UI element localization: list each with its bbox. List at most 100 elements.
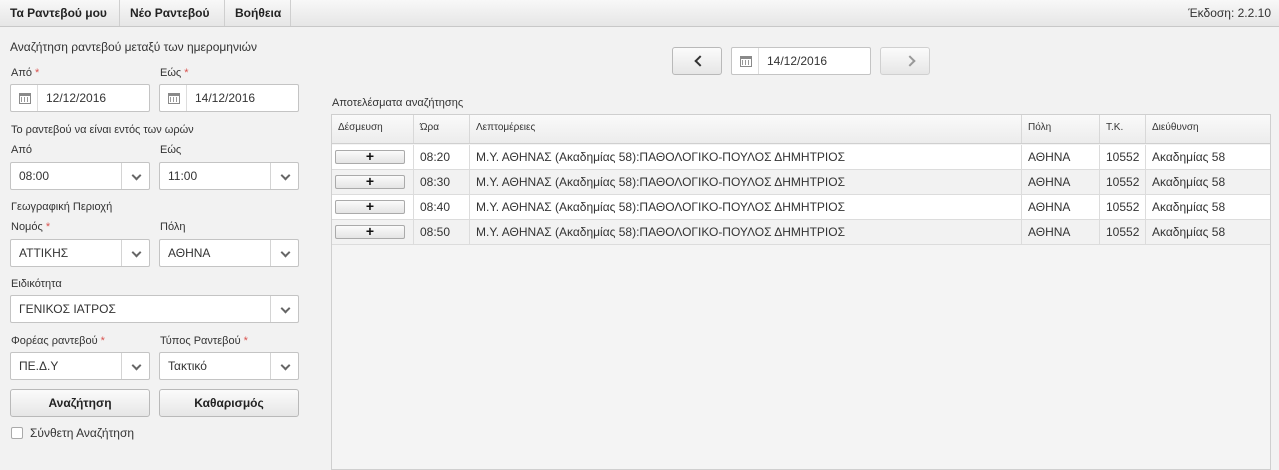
required-mark: *: [45, 221, 51, 233]
from-date-field[interactable]: 12/12/2016: [10, 84, 150, 112]
required-mark: *: [35, 67, 40, 79]
city-cell: ΑΘΗΝΑ: [1022, 195, 1100, 219]
chevron-right-icon: [904, 55, 916, 67]
version-label: Έκδοση: 2.2.10: [1188, 6, 1271, 20]
table-row: + 08:20 Μ.Υ. ΑΘΗΝΑΣ (Ακαδημίας 58):ΠΑΘΟΛ…: [332, 145, 1270, 170]
hours-heading: Το ραντεβού να είναι εντός των ωρών: [11, 124, 194, 136]
chevron-down-icon[interactable]: [280, 170, 291, 181]
booking-cell: +: [332, 220, 414, 244]
required-mark: *: [184, 67, 189, 79]
required-mark: *: [100, 335, 105, 347]
top-menu-bar: Τα Ραντεβού μου Νέο Ραντεβού Βοήθεια Έκδ…: [0, 0, 1279, 27]
specialty-select[interactable]: ΓΕΝΙΚΟΣ ΙΑΤΡΟΣ: [10, 295, 299, 323]
hour-from-label: Από: [11, 144, 33, 156]
hour-from-value: 08:00: [19, 169, 50, 183]
specialty-value: ΓΕΝΙΚΟΣ ΙΑΤΡΟΣ: [19, 302, 116, 316]
current-date-field[interactable]: 14/12/2016: [731, 47, 871, 75]
type-label: Τύπος Ραντεβού *: [160, 335, 248, 347]
address-cell: Ακαδημίας 58: [1152, 175, 1226, 189]
booking-cell: +: [332, 170, 414, 194]
results-table-header: Δέσμευση Ώρα Λεπτομέρειες Πόλη Τ.Κ. Διεύ…: [332, 115, 1270, 144]
add-booking-button[interactable]: +: [335, 199, 405, 214]
calendar-icon[interactable]: [740, 56, 752, 67]
column-header-address[interactable]: Διεύθυνση: [1146, 115, 1270, 143]
specialty-label: Ειδικότητα: [11, 278, 62, 290]
calendar-icon[interactable]: [168, 93, 180, 104]
zip-cell: 10552: [1100, 145, 1146, 169]
address-cell: Ακαδημίας 58: [1152, 200, 1226, 214]
column-header-time[interactable]: Ώρα: [414, 115, 470, 143]
calendar-icon[interactable]: [19, 93, 31, 104]
details-cell: Μ.Υ. ΑΘΗΝΑΣ (Ακαδημίας 58):ΠΑΘΟΛΟΓΙΚΟ-ΠΟ…: [470, 170, 1022, 194]
current-date-value: 14/12/2016: [767, 54, 828, 68]
advanced-search-checkbox[interactable]: [11, 427, 23, 439]
time-cell: 08:30: [414, 170, 470, 194]
menu-help[interactable]: Βοήθεια: [225, 0, 291, 26]
hour-to-label: Εώς: [160, 144, 182, 156]
column-header-city[interactable]: Πόλη: [1022, 115, 1100, 143]
chevron-down-icon[interactable]: [131, 360, 142, 371]
hour-from-select[interactable]: 08:00: [10, 162, 150, 190]
city-value: ΑΘΗΝΑ: [168, 246, 211, 260]
time-cell: 08:20: [414, 145, 470, 169]
search-button[interactable]: Αναζήτηση: [10, 389, 150, 417]
city-select[interactable]: ΑΘΗΝΑ: [159, 239, 299, 267]
hour-to-select[interactable]: 11:00: [159, 162, 299, 190]
city-label: Πόλη: [160, 221, 186, 233]
details-cell: Μ.Υ. ΑΘΗΝΑΣ (Ακαδημίας 58):ΠΑΘΟΛΟΓΙΚΟ-ΠΟ…: [470, 145, 1022, 169]
prefecture-select[interactable]: ΑΤΤΙΚΗΣ: [10, 239, 150, 267]
column-header-details[interactable]: Λεπτομέρειες: [470, 115, 1022, 143]
chevron-down-icon[interactable]: [280, 247, 291, 258]
chevron-down-icon[interactable]: [131, 247, 142, 258]
chevron-down-icon[interactable]: [131, 170, 142, 181]
hour-to-value: 11:00: [168, 169, 198, 183]
zip-cell: 10552: [1100, 195, 1146, 219]
prefecture-value: ΑΤΤΙΚΗΣ: [19, 246, 69, 260]
city-cell: ΑΘΗΝΑ: [1022, 220, 1100, 244]
type-select[interactable]: Τακτικό: [159, 352, 299, 380]
prefecture-label: Νομός *: [11, 221, 51, 233]
type-value: Τακτικό: [168, 359, 207, 373]
table-row: + 08:30 Μ.Υ. ΑΘΗΝΑΣ (Ακαδημίας 58):ΠΑΘΟΛ…: [332, 170, 1270, 195]
next-day-button[interactable]: [880, 47, 930, 75]
clear-button[interactable]: Καθαρισμός: [159, 389, 299, 417]
add-booking-button[interactable]: +: [335, 174, 405, 189]
provider-select[interactable]: ΠΕ.Δ.Υ: [10, 352, 150, 380]
menu-my-appointments[interactable]: Τα Ραντεβού μου: [0, 0, 120, 26]
table-row: + 08:40 Μ.Υ. ΑΘΗΝΑΣ (Ακαδημίας 58):ΠΑΘΟΛ…: [332, 195, 1270, 220]
chevron-left-icon: [694, 55, 706, 67]
column-header-booking[interactable]: Δέσμευση: [332, 115, 414, 143]
to-date-field[interactable]: 14/12/2016: [159, 84, 299, 112]
table-row: + 08:50 Μ.Υ. ΑΘΗΝΑΣ (Ακαδημίας 58):ΠΑΘΟΛ…: [332, 220, 1270, 245]
from-date-label: Από *: [11, 67, 40, 79]
advanced-search-label: Σύνθετη Αναζήτηση: [30, 426, 135, 440]
zip-cell: 10552: [1100, 220, 1146, 244]
add-booking-button[interactable]: +: [335, 224, 405, 239]
results-title: Αποτελέσματα αναζήτησης: [332, 97, 464, 109]
address-cell: Ακαδημίας 58: [1152, 225, 1226, 239]
required-mark: *: [243, 335, 248, 347]
region-heading: Γεωγραφική Περιοχή: [11, 201, 113, 213]
city-cell: ΑΘΗΝΑ: [1022, 170, 1100, 194]
details-cell: Μ.Υ. ΑΘΗΝΑΣ (Ακαδημίας 58):ΠΑΘΟΛΟΓΙΚΟ-ΠΟ…: [470, 195, 1022, 219]
chevron-down-icon[interactable]: [280, 303, 291, 314]
time-cell: 08:50: [414, 220, 470, 244]
zip-cell: 10552: [1100, 170, 1146, 194]
menu-new-appointment[interactable]: Νέο Ραντεβού: [120, 0, 225, 26]
address-cell: Ακαδημίας 58: [1152, 150, 1226, 164]
details-cell: Μ.Υ. ΑΘΗΝΑΣ (Ακαδημίας 58):ΠΑΘΟΛΟΓΙΚΟ-ΠΟ…: [470, 220, 1022, 244]
column-header-zip[interactable]: Τ.Κ.: [1100, 115, 1146, 143]
booking-cell: +: [332, 195, 414, 219]
chevron-down-icon[interactable]: [280, 360, 291, 371]
time-cell: 08:40: [414, 195, 470, 219]
provider-value: ΠΕ.Δ.Υ: [19, 359, 59, 373]
search-heading: Αναζήτηση ραντεβού μεταξύ των ημερομηνιώ…: [10, 40, 258, 54]
results-table: Δέσμευση Ώρα Λεπτομέρειες Πόλη Τ.Κ. Διεύ…: [331, 114, 1271, 470]
city-cell: ΑΘΗΝΑ: [1022, 145, 1100, 169]
provider-label: Φορέας ραντεβού *: [11, 335, 105, 347]
to-date-value: 14/12/2016: [195, 91, 256, 105]
add-booking-button[interactable]: +: [335, 149, 405, 164]
booking-cell: +: [332, 145, 414, 169]
to-date-label: Εώς *: [160, 67, 189, 79]
previous-day-button[interactable]: [672, 47, 722, 75]
